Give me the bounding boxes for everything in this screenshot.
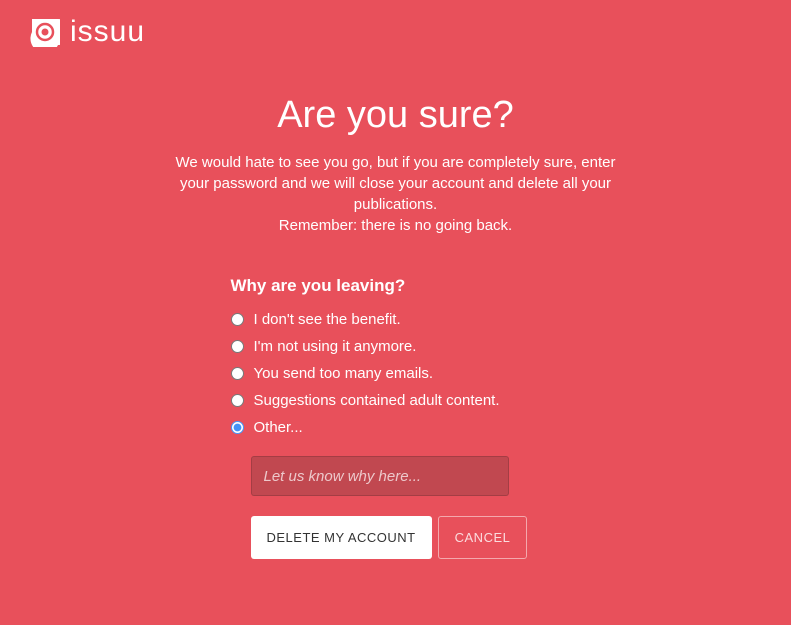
option-emails: You send too many emails.	[231, 365, 646, 382]
radio-benefit[interactable]	[231, 313, 244, 326]
question-label: Why are you leaving?	[231, 276, 646, 296]
label-adult[interactable]: Suggestions contained adult content.	[254, 392, 500, 409]
page-title: Are you sure?	[146, 94, 646, 137]
label-benefit[interactable]: I don't see the benefit.	[254, 311, 401, 328]
button-row: DELETE MY ACCOUNT CANCEL	[251, 516, 646, 559]
leave-form: Why are you leaving? I don't see the ben…	[146, 276, 646, 559]
option-adult: Suggestions contained adult content.	[231, 392, 646, 409]
label-emails[interactable]: You send too many emails.	[254, 365, 434, 382]
issuu-logo-icon	[30, 17, 60, 47]
logo[interactable]: issuu	[30, 15, 761, 49]
header: issuu	[0, 0, 791, 64]
label-other[interactable]: Other...	[254, 419, 303, 436]
option-not-using: I'm not using it anymore.	[231, 338, 646, 355]
delete-account-button[interactable]: DELETE MY ACCOUNT	[251, 516, 432, 559]
radio-not-using[interactable]	[231, 340, 244, 353]
radio-emails[interactable]	[231, 367, 244, 380]
label-not-using[interactable]: I'm not using it anymore.	[254, 338, 417, 355]
reason-input[interactable]	[251, 456, 509, 496]
radio-other[interactable]	[231, 421, 244, 434]
radio-adult[interactable]	[231, 394, 244, 407]
reason-input-container	[251, 456, 646, 496]
main-content: Are you sure? We would hate to see you g…	[146, 94, 646, 559]
description-line-2: Remember: there is no going back.	[146, 215, 646, 236]
description-line-1: We would hate to see you go, but if you …	[146, 152, 646, 215]
cancel-button[interactable]: CANCEL	[438, 516, 528, 559]
brand-name: issuu	[70, 15, 145, 49]
option-benefit: I don't see the benefit.	[231, 311, 646, 328]
option-other: Other...	[231, 419, 646, 436]
